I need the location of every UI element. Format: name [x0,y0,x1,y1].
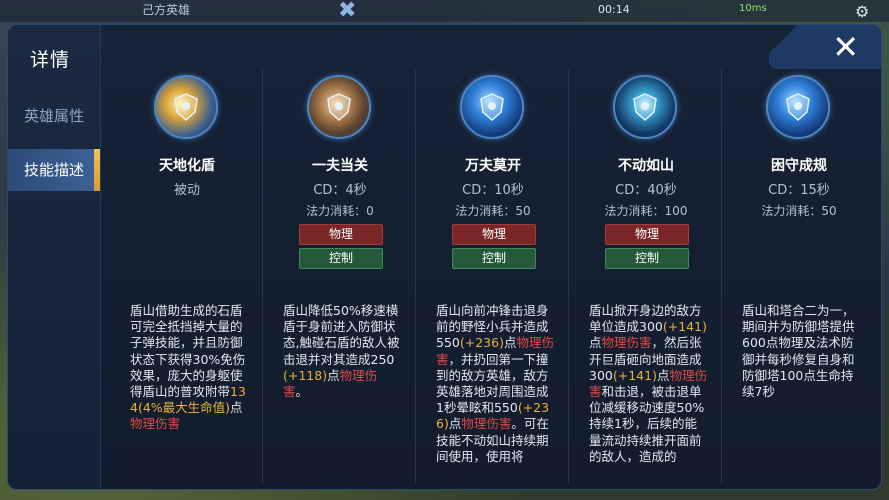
column-divider [721,69,722,484]
column-divider [415,69,416,484]
skill-name: 万夫莫开 [465,158,521,174]
description-text: 点 [589,335,602,351]
skill-mana-cost: 法力消耗：0 [306,204,374,218]
giant-shield-icon[interactable] [613,75,677,139]
skill-column: 不动如山 CD：40秒 法力消耗：100 物理控制盾山掀开身边的敌方单位造成300(+… [571,65,721,485]
description-text: 点 [656,367,670,383]
skill-name: 天地化盾 [159,158,215,174]
column-divider [568,69,569,484]
skill-description: 盾山掀开身边的敌方单位造成300(+141)点物理伤害，然后张开巨盾砸向地面造成… [589,303,707,465]
fortress-guard-icon[interactable] [766,75,830,139]
skill-column: 天地化盾被动盾山借助生成的石盾可完全抵挡掉大量的子弹技能，并且防御状态下获得30… [112,65,262,485]
skill-mana-cost: 法力消耗：50 [455,204,531,218]
skill-cooldown: CD：10秒 [462,183,524,198]
skill-name: 一夫当关 [312,158,368,174]
description-text: 点 [503,335,517,351]
gear-icon[interactable]: ⚙ [855,2,869,21]
skill-mana-cost: 法力消耗：100 [604,204,688,218]
physical-tag: 物理 [605,224,689,245]
skill-description: 盾山和塔合二为一，期间并为防御塔提供600点物理及法术防御并每秒修复自身和防御塔… [742,303,860,400]
skill-columns: 天地化盾被动盾山借助生成的石盾可完全抵挡掉大量的子弹技能，并且防御状态下获得30… [112,65,872,485]
scaling-value: (+141) [612,367,657,383]
scaling-value: (+118) [283,367,328,383]
ally-heroes-label: 己方英雄 [142,3,191,17]
skill-description: 盾山向前冲锋击退身前的野怪小兵并造成550(+236)点物理伤害，并扔回第一下撞… [436,303,554,465]
skill-description: 盾山降低50%移速横盾于身前进入防御状态,触碰石盾的敌人被击退并对其造成250(… [283,303,401,400]
scaling-value: (+141) [662,319,707,335]
stone-shield-icon[interactable] [307,75,371,139]
skill-name: 不动如山 [618,158,674,174]
physical-tag: 物理 [452,224,536,245]
match-timer: 00:14 [598,3,630,16]
close-button-area: ✕ [769,25,881,69]
close-button[interactable]: ✕ [832,27,859,67]
sidebar-title: 详情 [30,49,71,71]
sidebar-item-skill-description[interactable]: 技能描述 [8,149,100,191]
skill-description: 盾山借助生成的石盾可完全抵挡掉大量的子弹技能，并且防御状态下获得30%免伤效果，… [130,303,248,433]
skill-column: 万夫莫开 CD：10秒 法力消耗：50 物理控制盾山向前冲锋击退身前的野怪小兵并造成5… [418,65,568,485]
column-divider [262,69,263,484]
skill-mana-cost: 法力消耗：50 [761,204,837,218]
physical-tag: 物理 [299,224,383,245]
control-tag: 控制 [299,248,383,269]
control-tag: 控制 [605,248,689,269]
skill-cooldown: CD：40秒 [615,183,677,198]
scaling-value: (+236) [459,335,504,351]
control-tag: 控制 [452,248,536,269]
game-top-bar: 己方英雄 ✖ 00:14 10ms ⚙ [0,0,889,23]
skill-type: 被动 [173,183,200,198]
description-text: 。 [295,384,309,400]
ping-indicator: 10ms [739,3,767,14]
description-text: 点 [448,416,462,432]
skill-name: 困守成规 [771,158,827,174]
gold-cannon-shield-icon[interactable] [154,75,218,139]
close-icon[interactable]: ✖ [338,0,356,23]
detail-sidebar: 详情 英雄属性 技能描述 [8,25,101,489]
description-text: 和击退，被击退单位减缓移动速度50%持续1秒，后续的能量流动持续推开面前的敌人，… [589,384,705,464]
description-text: 盾山借助生成的石盾可完全抵挡掉大量的子弹技能，并且防御状态下获得30%免伤效果，… [130,303,246,400]
damage-type: 物理伤害 [461,416,512,432]
skill-column: 困守成规 CD：15秒 法力消耗：50 盾山和塔合二为一，期间并为防御塔提供600点物… [724,65,874,485]
sidebar-item-hero-attributes[interactable]: 英雄属性 [8,95,100,137]
description-text: 点 [230,400,243,416]
skill-cooldown: CD：4秒 [313,183,367,198]
hero-detail-panel: 详情 英雄属性 技能描述 ✕ 天地化盾被动盾山借助生成的石盾可完全抵挡掉大量的子… [7,24,882,490]
description-text: 盾山降低50%移速横盾于身前进入防御状态,触碰石盾的敌人被击退并对其造成250 [283,303,400,367]
description-text: 盾山和塔合二为一，期间并为防御塔提供600点物理及法术防御并每秒修复自身和防御塔… [742,303,855,400]
description-text: 点 [327,367,340,383]
skill-column: 一夫当关 CD：4秒法力消耗：0 物理控制盾山降低50%移速横盾于身前进入防御状态,… [265,65,415,485]
skill-cooldown: CD：15秒 [768,183,830,198]
charge-shield-icon[interactable] [460,75,524,139]
damage-type: 物理伤害 [601,335,652,351]
damage-type: 物理伤害 [130,416,181,432]
